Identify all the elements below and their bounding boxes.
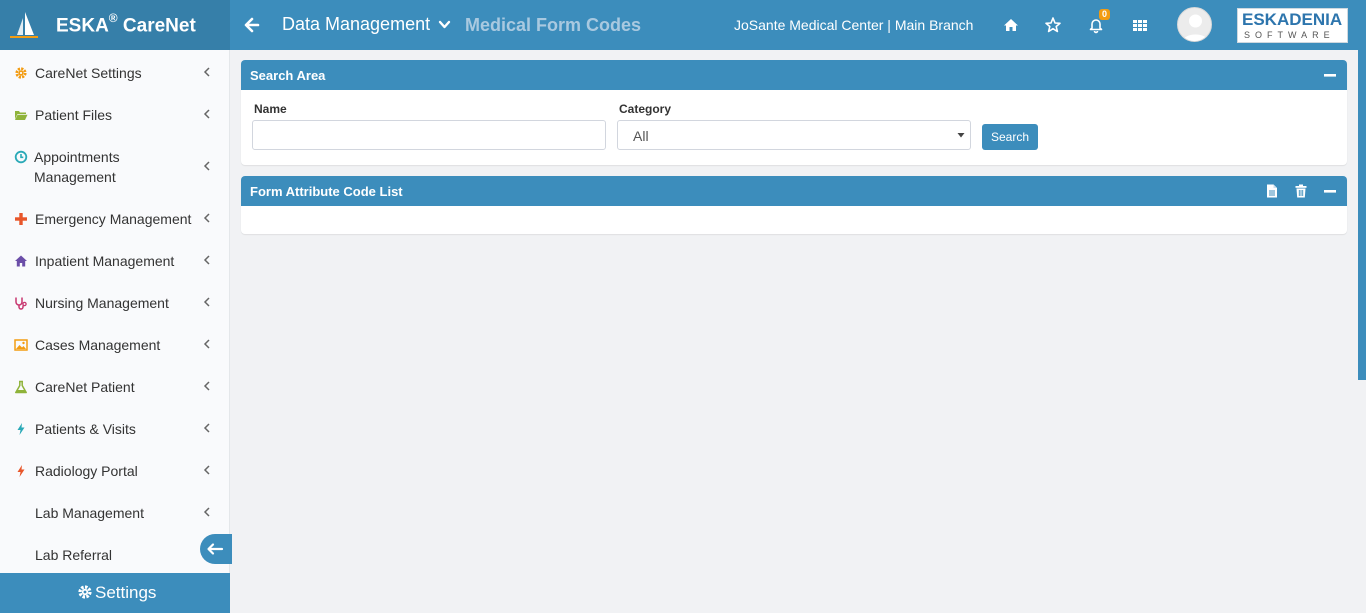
collapse-sidebar-button[interactable]	[200, 534, 232, 564]
name-label: Name	[254, 102, 287, 116]
chevron-left-icon	[203, 507, 210, 517]
brand-area[interactable]: ESKA® CareNet	[0, 0, 230, 50]
sailboat-logo-icon	[10, 12, 38, 38]
settings-label: Settings	[95, 583, 157, 602]
sidebar-item-appointments[interactable]: Appointments Management	[0, 135, 230, 185]
top-bar: ESKA® CareNet Data Management Medical Fo…	[0, 0, 1366, 50]
trash-icon[interactable]	[1293, 183, 1309, 199]
folder-open-icon	[15, 111, 28, 120]
arrow-left-icon	[207, 543, 224, 555]
search-area-header: Search Area	[241, 60, 1347, 90]
bolt-icon	[17, 423, 25, 435]
sidebar-item-inpatient[interactable]: Inpatient Management	[0, 239, 230, 281]
grid-menu-icon[interactable]	[1131, 16, 1149, 34]
user-avatar[interactable]	[1177, 7, 1212, 42]
app-title: ESKA® CareNet	[56, 11, 196, 37]
image-icon	[14, 339, 28, 351]
home-icon[interactable]	[1002, 16, 1020, 34]
sidebar-item-nursing[interactable]: Nursing Management	[0, 281, 230, 323]
user-silhouette-icon	[1182, 14, 1209, 41]
minus-icon[interactable]	[1322, 67, 1338, 83]
new-document-icon[interactable]	[1264, 183, 1280, 199]
stethoscope-icon	[15, 297, 27, 310]
clock-icon	[14, 150, 28, 164]
page-title: Medical Form Codes	[465, 15, 642, 35]
caret-down-icon	[957, 133, 965, 138]
code-list-header: Form Attribute Code List	[241, 176, 1347, 206]
breadcrumb-module[interactable]: Data Management	[282, 14, 430, 35]
home-icon	[15, 255, 27, 267]
sidebar-item-carenet-settings[interactable]: CareNet Settings	[0, 51, 230, 93]
sidebar-item-carenet-patient[interactable]: CareNet Patient	[0, 365, 230, 407]
sidebar-item-label: Appointments	[34, 149, 120, 165]
sidebar-item-label-line2: Management	[34, 169, 116, 185]
chevron-left-icon	[203, 339, 210, 349]
category-label: Category	[619, 102, 672, 116]
chevron-down-icon[interactable]	[438, 18, 451, 31]
chevron-left-icon	[203, 213, 210, 223]
sidebar-item-label: Emergency Management	[35, 211, 192, 227]
chevron-left-icon	[203, 381, 210, 391]
chevron-left-icon	[203, 109, 210, 119]
sidebar: CareNet Settings Patient Files Appointme…	[0, 50, 232, 613]
minus-icon[interactable]	[1322, 183, 1338, 199]
sidebar-item-label: Cases Management	[35, 337, 161, 353]
search-area-title: Search Area	[250, 68, 326, 83]
name-input[interactable]	[252, 120, 606, 150]
chevron-left-icon	[203, 423, 210, 433]
sidebar-item-emergency[interactable]: Emergency Management	[0, 197, 230, 239]
eskadenia-logo: ESKADENIA SOFTWARE	[1237, 8, 1348, 43]
sidebar-item-label: Nursing Management	[35, 295, 169, 311]
code-list-title: Form Attribute Code List	[250, 184, 403, 199]
back-arrow-icon[interactable]	[244, 15, 260, 35]
bolt-icon	[17, 465, 25, 477]
search-area-panel: Search Area Name Category All Search	[241, 60, 1347, 165]
facility-name[interactable]: JoSante Medical Center | Main Branch	[734, 17, 973, 33]
star-icon[interactable]	[1044, 16, 1062, 34]
sidebar-item-lab-management[interactable]: Lab Management	[0, 491, 230, 533]
chevron-left-icon	[203, 297, 210, 307]
chevron-left-icon	[203, 255, 210, 265]
search-button[interactable]: Search	[982, 124, 1038, 150]
sidebar-item-cases[interactable]: Cases Management	[0, 323, 230, 365]
cog-icon	[78, 585, 92, 599]
chevron-left-icon	[203, 67, 210, 77]
cog-icon	[15, 67, 27, 79]
sidebar-item-radiology[interactable]: Radiology Portal	[0, 449, 230, 491]
scrollbar[interactable]	[1358, 50, 1366, 380]
sidebar-item-patients-visits[interactable]: Patients & Visits	[0, 407, 230, 449]
sidebar-item-label: CareNet Patient	[35, 379, 135, 395]
flask-icon	[15, 380, 27, 394]
sidebar-item-label: Patients & Visits	[35, 421, 136, 437]
notification-badge: 0	[1099, 9, 1111, 20]
plus-icon	[15, 213, 27, 225]
settings-button[interactable]: Settings	[0, 573, 230, 613]
sidebar-item-label: Lab Management	[35, 505, 144, 521]
category-selected-value: All	[633, 128, 649, 144]
category-select[interactable]: All	[617, 120, 971, 150]
sidebar-item-label: CareNet Settings	[35, 65, 142, 81]
sidebar-item-lab-referral[interactable]: Lab Referral	[0, 533, 230, 575]
sidebar-item-label: Patient Files	[35, 107, 113, 123]
sidebar-item-patient-files[interactable]: Patient Files	[0, 93, 230, 135]
code-list-panel: Form Attribute Code List	[241, 176, 1347, 234]
sidebar-item-label: Lab Referral	[35, 547, 113, 563]
chevron-left-icon	[203, 465, 210, 475]
sidebar-item-label: Radiology Portal	[35, 463, 138, 479]
sidebar-item-label: Inpatient Management	[35, 253, 175, 269]
chevron-left-icon	[203, 161, 210, 171]
